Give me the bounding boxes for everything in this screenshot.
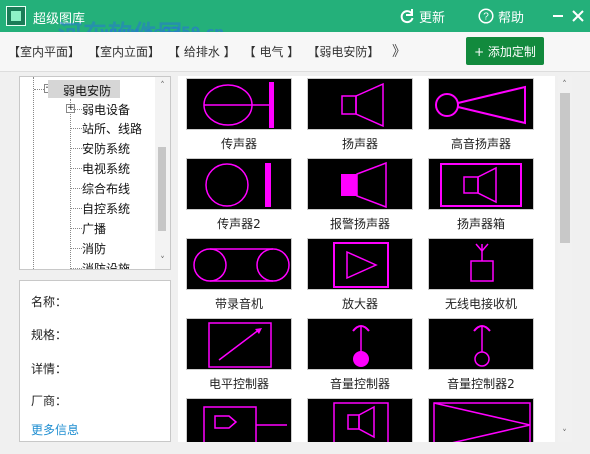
gallery-scrollbar[interactable]: ˄ ˅ [558,76,572,442]
symbol-caption: 传声器2 [217,217,261,231]
title-bar: 超级图库 河东软件园 www.pc0359.cn 更新 ? 帮助 [0,0,590,48]
symbol-card[interactable]: 放大器 [307,238,414,314]
breadcrumb-more-icon[interactable]: 》 [392,41,406,61]
tweeter-icon[interactable] [428,78,534,130]
spec-label: 规格： [31,328,68,342]
name-label: 名称： [31,295,68,309]
app-icon [6,6,26,26]
category-tree: − 弱电安防 + 弱电设备 站所、线路 安防系统 电视系统 综合布线 自控系统 … [19,76,171,270]
speaker-icon[interactable] [307,78,413,130]
symbol-card[interactable]: 扬声器 [307,78,414,154]
help-label: 帮助 [498,10,525,26]
alarm-speaker-icon[interactable] [307,158,413,210]
speaker-line-icon[interactable] [307,398,413,442]
symbol-card[interactable]: 音量控制器 [307,318,414,394]
symbol-gallery: 传声器 扬声器 高音扬声器 传声器2 报警扬声器 扬声器箱 带录音机 放大器 无… [178,76,555,442]
crumb-weak-current-security[interactable]: 【弱电安防】 [307,43,379,60]
tree-item-tv-system[interactable]: 电视系统 [82,160,130,177]
symbol-card[interactable]: 音量控制器2 [428,318,535,394]
tree-scroll-down-icon[interactable]: ˅ [158,256,167,266]
radio-receiver-icon[interactable] [428,238,534,290]
symbol-card[interactable]: 带录音机 [186,238,293,314]
svg-text:?: ? [483,12,489,23]
tree-item-devices[interactable]: 弱电设备 [82,101,130,118]
help-icon: ? [478,8,494,24]
symbol-caption: 报警扬声器 [329,217,390,231]
symbol-caption: 音量控制器2 [447,377,515,391]
more-info-link[interactable]: 更多信息 [31,421,79,438]
tree-item-fire[interactable]: 消防 [82,240,106,257]
tree-scrollbar[interactable]: ˄ ˅ [155,77,170,269]
symbol-caption: 带录音机 [214,297,263,311]
tree-root-label[interactable]: 弱电安防 [63,82,111,99]
symbol-card[interactable]: 高音扬声器 [428,78,535,154]
volume-controller-icon[interactable] [307,318,413,370]
category-breadcrumb: 【室内平面】 【室内立面】 【 给排水 】 【 电气 】 【弱电安防】 》 + … [0,32,590,72]
gallery-scroll-thumb[interactable] [560,93,570,243]
symbol-caption: 扬声器 [341,137,378,151]
tree-item-stations-lines[interactable]: 站所、线路 [82,120,142,137]
symbol-caption: 传声器 [220,137,257,151]
help-button[interactable]: ? 帮助 [478,6,524,26]
tree-item-fire-facilities[interactable]: 消防设施 [82,260,130,269]
gallery-scroll-down-icon[interactable]: ˅ [560,429,569,439]
symbol-card[interactable]: 报警扬声器 [307,158,414,234]
symbol-caption: 音量控制器 [329,377,390,391]
symbol-card[interactable] [307,398,414,442]
detail-label: 详情： [31,362,68,376]
microphone-icon[interactable] [186,78,292,130]
symbol-caption: 电平控制器 [208,377,269,391]
symbol-card[interactable]: 传声器 [186,78,293,154]
tree-item-security-system[interactable]: 安防系统 [82,140,130,157]
switch-box-icon[interactable] [186,398,292,442]
crumb-electrical[interactable]: 【 电气 】 [244,43,300,60]
symbol-caption: 无线电接收机 [444,297,517,311]
level-controller-icon[interactable] [186,318,292,370]
crumb-interior-elevation[interactable]: 【室内立面】 [88,43,160,60]
refresh-button[interactable]: 更新 [399,6,445,26]
symbol-card[interactable] [186,398,293,442]
close-button[interactable] [566,4,590,28]
refresh-icon [400,9,414,24]
tree-item-broadcast[interactable]: 广播 [82,220,106,237]
tree-scroll-thumb[interactable] [158,147,166,231]
tree-item-cabling[interactable]: 综合布线 [82,180,130,197]
symbol-caption: 放大器 [341,297,378,311]
flat-speaker-icon[interactable] [428,398,534,442]
symbol-caption: 高音扬声器 [450,137,511,151]
symbol-card[interactable]: 传声器2 [186,158,293,234]
symbol-card[interactable]: 电平控制器 [186,318,293,394]
volume-controller2-icon[interactable] [428,318,534,370]
add-custom-button[interactable]: + 添加定制 [466,37,544,65]
speaker-box-icon[interactable] [428,158,534,210]
refresh-label: 更新 [419,10,446,26]
crumb-interior-plan[interactable]: 【室内平面】 [8,43,80,60]
tree-item-automation[interactable]: 自控系统 [82,200,130,217]
microphone2-icon[interactable] [186,158,292,210]
gallery-scroll-up-icon[interactable]: ˄ [560,80,569,90]
tape-recorder-icon[interactable] [186,238,292,290]
symbol-card[interactable]: 扬声器箱 [428,158,535,234]
symbol-card[interactable]: 无线电接收机 [428,238,535,314]
symbol-card[interactable] [428,398,535,442]
crumb-plumbing[interactable]: 【 给排水 】 [168,43,236,60]
amplifier-icon[interactable] [307,238,413,290]
symbol-caption: 扬声器箱 [456,217,505,231]
symbol-info-panel: 名称： 规格： 详情： 厂商： 更多信息 [19,280,171,442]
maker-label: 厂商： [31,394,68,408]
close-icon [572,10,584,22]
tree-scroll-up-icon[interactable]: ˄ [158,81,167,91]
